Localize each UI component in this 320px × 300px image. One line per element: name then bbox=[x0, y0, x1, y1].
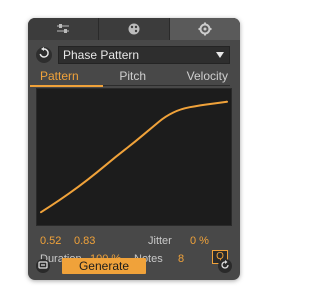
preset-selected-label: Phase Pattern bbox=[63, 48, 140, 62]
curve-value-1[interactable]: 0.52 bbox=[40, 234, 61, 248]
reset-button[interactable] bbox=[36, 47, 52, 63]
phase-curve-line bbox=[40, 100, 229, 214]
tab-pattern[interactable]: Pattern bbox=[30, 69, 103, 87]
link-icon bbox=[38, 257, 48, 275]
tab-pitch[interactable]: Pitch bbox=[117, 69, 148, 85]
tab-velocity[interactable]: Velocity bbox=[185, 69, 230, 85]
tab-dice[interactable] bbox=[99, 18, 170, 40]
preset-row: Phase Pattern bbox=[36, 46, 232, 64]
tab-sliders[interactable] bbox=[28, 18, 99, 40]
bottom-row: Generate bbox=[36, 258, 232, 274]
phase-pattern-device: Phase Pattern Pattern Pitch Velocity 0.5… bbox=[28, 18, 240, 280]
jitter-value[interactable]: 0 % bbox=[190, 234, 209, 248]
link-button[interactable] bbox=[36, 259, 50, 273]
preset-dropdown[interactable]: Phase Pattern bbox=[58, 46, 230, 64]
refresh-button[interactable] bbox=[218, 259, 232, 273]
refresh-icon bbox=[220, 257, 230, 275]
values-row: 0.52 0.83 Jitter 0 % bbox=[38, 234, 230, 248]
sliders-icon bbox=[56, 23, 70, 35]
curve-value-2[interactable]: 0.83 bbox=[74, 234, 95, 248]
dice-icon bbox=[127, 22, 141, 36]
phase-curve-editor[interactable] bbox=[36, 88, 232, 226]
generate-button[interactable]: Generate bbox=[62, 258, 146, 274]
gear-icon bbox=[198, 22, 212, 36]
jitter-label: Jitter bbox=[148, 235, 172, 247]
chevron-down-icon bbox=[216, 52, 224, 58]
reset-icon bbox=[38, 46, 50, 64]
device-top-tabs bbox=[28, 18, 240, 40]
tab-settings[interactable] bbox=[170, 18, 240, 40]
phase-curve-graph bbox=[40, 100, 229, 214]
mode-tabs: Pattern Pitch Velocity bbox=[30, 69, 230, 87]
